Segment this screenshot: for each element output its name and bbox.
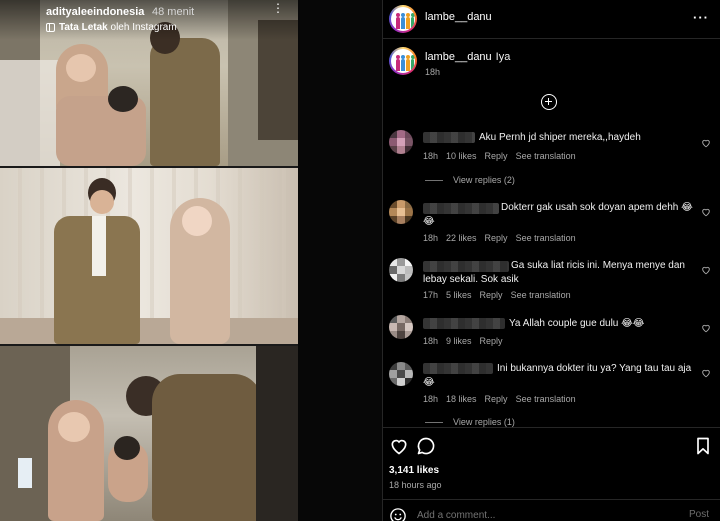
comment-meta: 18h 9 likes Reply bbox=[423, 336, 511, 346]
see-translation-button[interactable]: See translation bbox=[516, 151, 576, 161]
view-replies-button[interactable]: View replies (2) bbox=[425, 175, 515, 185]
blurred-username bbox=[423, 132, 475, 143]
comment-avatar[interactable] bbox=[389, 362, 413, 386]
caption: lambe__danu Iya bbox=[425, 51, 510, 63]
post-username[interactable]: lambe__danu bbox=[425, 11, 492, 23]
comment-text: Ini bukannya dokter itu ya? Yang tau tau… bbox=[423, 363, 692, 388]
post-panel: lambe__danu ··· lambe__danu Iya 18h Aku P… bbox=[382, 0, 720, 521]
story-layout-label: Tata Letak oleh Instagram bbox=[59, 22, 177, 33]
heart-icon[interactable] bbox=[701, 265, 711, 275]
comment-likes[interactable]: 18 likes bbox=[446, 394, 477, 404]
add-circle-icon[interactable] bbox=[541, 94, 557, 110]
comment-avatar[interactable] bbox=[389, 258, 413, 282]
comment-avatar[interactable] bbox=[389, 130, 413, 154]
reply-button[interactable]: Reply bbox=[480, 290, 503, 300]
comment-likes[interactable]: 22 likes bbox=[446, 233, 477, 243]
reply-button[interactable]: Reply bbox=[485, 233, 508, 243]
comment-text: Ya Allah couple gue dulu 😂😂 bbox=[509, 318, 645, 329]
bookmark-icon[interactable] bbox=[693, 436, 713, 456]
see-translation-button[interactable]: See translation bbox=[511, 290, 571, 300]
comment-time: 18h bbox=[423, 151, 439, 161]
comment-likes[interactable]: 5 likes bbox=[446, 290, 472, 300]
comment-text: Aku Pernh jd shiper mereka,,haydeh bbox=[479, 132, 641, 143]
reply-button[interactable]: Reply bbox=[480, 336, 503, 346]
emoji-icon[interactable] bbox=[389, 507, 407, 521]
actions-divider bbox=[383, 427, 720, 428]
story-username[interactable]: adityaleeindonesia bbox=[46, 6, 144, 18]
heart-icon[interactable] bbox=[701, 207, 711, 217]
reply-button[interactable]: Reply bbox=[485, 151, 508, 161]
comment-icon[interactable] bbox=[416, 436, 436, 456]
view-replies-button[interactable]: View replies (1) bbox=[425, 417, 515, 427]
story-header-overlay bbox=[0, 0, 298, 40]
comment-avatar[interactable] bbox=[389, 315, 413, 339]
comment-meta: 18h 18 likes Reply See translation bbox=[423, 394, 584, 404]
caption-time: 18h bbox=[425, 67, 441, 77]
comment-time: 17h bbox=[423, 290, 439, 300]
story-time: 48 menit bbox=[152, 6, 195, 18]
comment-meta: 18h 10 likes Reply See translation bbox=[423, 151, 584, 161]
likes-count[interactable]: 3,141 likes bbox=[389, 465, 439, 476]
story-more-icon[interactable]: ⋮ bbox=[272, 2, 284, 14]
comment-likes[interactable]: 10 likes bbox=[446, 151, 477, 161]
comment-divider bbox=[383, 499, 720, 500]
reply-button[interactable]: Reply bbox=[485, 394, 508, 404]
comment-text: Dokterr gak usah sok doyan apem dehh 😂😂 bbox=[423, 202, 693, 227]
comment-time: 18h bbox=[423, 336, 439, 346]
comment-avatar[interactable] bbox=[389, 200, 413, 224]
caption-avatar[interactable] bbox=[389, 47, 417, 75]
see-translation-button[interactable]: See translation bbox=[516, 233, 576, 243]
caption-username[interactable]: lambe__danu bbox=[425, 51, 492, 63]
post-time: 18 hours ago bbox=[389, 480, 442, 490]
heart-icon[interactable] bbox=[701, 368, 711, 378]
story-photo-2 bbox=[0, 168, 298, 344]
heart-icon[interactable] bbox=[701, 323, 711, 333]
comment-time: 18h bbox=[423, 233, 439, 243]
comment-time: 18h bbox=[423, 394, 439, 404]
comment-meta: 18h 22 likes Reply See translation bbox=[423, 233, 584, 243]
caption-text: Iya bbox=[495, 51, 511, 63]
post-button[interactable]: Post bbox=[689, 509, 709, 520]
comment-meta: 17h 5 likes Reply See translation bbox=[423, 290, 579, 300]
comment-likes[interactable]: 9 likes bbox=[446, 336, 472, 346]
more-options-icon[interactable]: ··· bbox=[693, 10, 709, 25]
story-photo-3 bbox=[0, 346, 298, 521]
story-collage[interactable]: adityaleeindonesia 48 menit Tata Letak o… bbox=[0, 0, 298, 521]
heart-icon[interactable] bbox=[389, 436, 409, 456]
layout-icon bbox=[46, 23, 55, 32]
blurred-username bbox=[423, 318, 505, 329]
comment-input[interactable] bbox=[417, 507, 667, 521]
header-divider bbox=[383, 38, 720, 39]
heart-icon[interactable] bbox=[701, 138, 711, 148]
post-avatar[interactable] bbox=[389, 5, 417, 33]
see-translation-button[interactable]: See translation bbox=[516, 394, 576, 404]
comment-text: Ga suka liat ricis ini. Menya menye dan … bbox=[423, 260, 685, 285]
